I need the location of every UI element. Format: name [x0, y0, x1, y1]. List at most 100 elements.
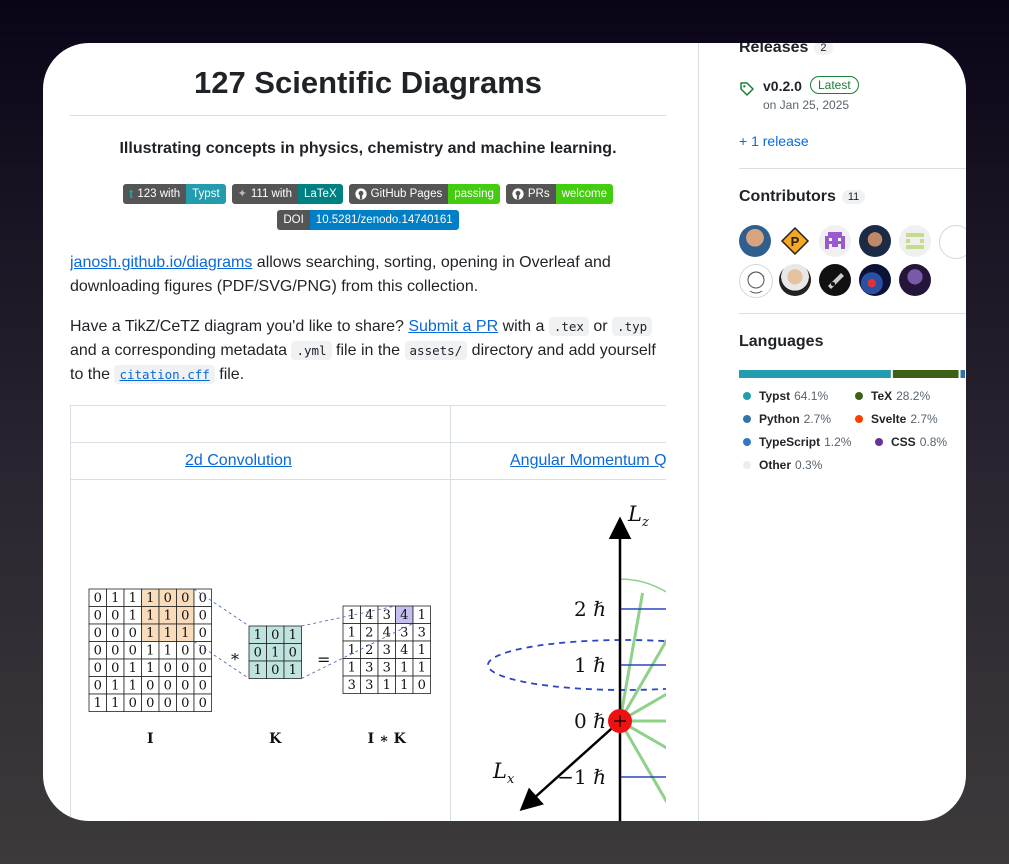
github-icon — [512, 188, 524, 200]
input-value: 0 — [111, 626, 119, 641]
input-value: 1 — [181, 626, 189, 641]
input-value: 1 — [129, 679, 137, 694]
text: Have a TikZ/CeTZ diagram you'd like to s… — [70, 318, 409, 335]
badge-value: welcome — [555, 184, 613, 204]
input-value: 1 — [94, 696, 102, 711]
input-value: 1 — [146, 609, 154, 624]
prs-welcome-badge[interactable]: PRs welcome — [505, 184, 613, 204]
contributor-avatar[interactable] — [819, 264, 851, 296]
input-value: 0 — [181, 679, 189, 694]
kernel-value: 0 — [271, 663, 279, 678]
language-svelte[interactable]: Svelte 2.7% — [855, 412, 938, 426]
badge-value: 10.5281/zenodo.14740161 — [309, 210, 459, 230]
releases-heading[interactable]: Releases 2 — [739, 43, 833, 57]
contributor-avatar[interactable] — [939, 225, 966, 259]
angular-momentum-diagram[interactable]: LzLx2 ℏ1 ℏ0 ℏ−1 ℏ−2 ℏ — [461, 496, 666, 821]
contributor-avatar[interactable] — [899, 264, 931, 296]
language-other[interactable]: Other 0.3% — [743, 458, 822, 472]
contributors-heading[interactable]: Contributors 11 — [739, 188, 866, 206]
language-python[interactable]: Python 2.7% — [743, 412, 831, 426]
output-value: 1 — [348, 626, 356, 641]
output-value: 1 — [400, 678, 408, 693]
output-value: 1 — [348, 661, 356, 676]
language-tex[interactable]: TeX 28.2% — [855, 389, 930, 403]
input-value: 0 — [199, 696, 207, 711]
lx-label: Lx — [492, 759, 515, 787]
svg-text:P: P — [791, 234, 800, 249]
contributor-avatar[interactable] — [779, 264, 811, 296]
language-percent: 0.3% — [795, 458, 823, 472]
release-tag-link[interactable]: v0.2.0 — [763, 78, 802, 94]
language-bar[interactable] — [739, 370, 966, 378]
input-value: 0 — [181, 661, 189, 676]
typst-count-badge[interactable]: t 123 with Typst — [122, 184, 226, 204]
level-label: 2 ℏ — [574, 597, 606, 621]
contributor-avatar[interactable] — [859, 225, 891, 257]
input-value: 0 — [199, 661, 207, 676]
code-citation: citation.cff — [114, 365, 215, 384]
language-name: CSS — [891, 435, 916, 449]
kernel-value: 1 — [289, 628, 297, 643]
latex-count-badge[interactable]: ✦ 111 with LaTeX — [231, 184, 343, 204]
output-value: 0 — [418, 678, 426, 693]
sidebar-divider — [698, 43, 699, 821]
input-value: 0 — [199, 679, 207, 694]
language-css[interactable]: CSS 0.8% — [875, 435, 947, 449]
language-typescript[interactable]: TypeScript 1.2% — [743, 435, 851, 449]
output-label: I ∗ K — [368, 731, 407, 747]
page-card: 127 Scientific Diagrams Illustrating con… — [43, 43, 966, 821]
github-pages-badge[interactable]: GitHub Pages passing — [348, 184, 500, 204]
contributor-avatar[interactable] — [739, 264, 773, 298]
contributor-avatar[interactable] — [819, 225, 851, 257]
badge-value: LaTeX — [298, 184, 343, 204]
contributor-avatar[interactable] — [899, 225, 931, 257]
language-typst[interactable]: Typst 64.1% — [743, 389, 828, 403]
contributor-avatar[interactable] — [859, 264, 891, 296]
output-value: 3 — [365, 678, 373, 693]
badge-label: DOI — [277, 210, 310, 230]
input-value: 1 — [129, 609, 137, 624]
kernel-value: 1 — [254, 628, 262, 643]
text: file in the — [331, 342, 405, 359]
contributors-count-badge: 11 — [841, 189, 866, 204]
language-bar-segment — [960, 370, 965, 378]
input-value: 0 — [129, 626, 137, 641]
text: file. — [214, 366, 245, 383]
latex-logo-icon: ✦ — [237, 188, 247, 200]
table-col-divider — [450, 406, 451, 821]
table-row-divider — [71, 479, 666, 480]
language-percent: 28.2% — [896, 389, 931, 403]
language-percent: 64.1% — [794, 389, 829, 403]
input-value: 0 — [94, 661, 102, 676]
convolution-diagram[interactable]: 0 1 1 1 0 0 00 0 1 1 1 0 00 0 0 1 1 1 00 0 0 1 1 0 00 0 1 1 0 0 00 1 1 0 0… — [81, 581, 441, 756]
text: and a corresponding metadata — [70, 342, 292, 359]
language-name: Python — [759, 412, 800, 426]
kernel-value: 0 — [254, 646, 262, 661]
contribute-paragraph: Have a TikZ/CeTZ diagram you'd like to s… — [70, 315, 666, 387]
input-value: 1 — [111, 696, 119, 711]
contributor-avatar[interactable] — [739, 225, 771, 257]
convolution-link[interactable]: 2d Convolution — [185, 452, 292, 470]
input-value: 1 — [164, 609, 172, 624]
gallery-link[interactable]: janosh.github.io/diagrams — [70, 254, 252, 271]
angular-momentum-link[interactable]: Angular Momentum Q — [510, 452, 666, 470]
doi-badge[interactable]: DOI 10.5281/zenodo.14740161 — [277, 210, 459, 230]
input-value: 0 — [94, 644, 102, 659]
contributor-avatar[interactable]: P — [779, 225, 811, 257]
kernel-value: 0 — [271, 628, 279, 643]
output-value: 1 — [348, 643, 356, 658]
output-value: 3 — [365, 661, 373, 676]
github-icon — [355, 188, 367, 200]
level-label: −1 ℏ — [557, 765, 606, 789]
section-divider — [739, 168, 966, 169]
input-value: 0 — [164, 679, 172, 694]
citation-cff-link[interactable]: citation.cff — [114, 365, 215, 384]
input-value: 0 — [111, 644, 119, 659]
more-releases-link[interactable]: + 1 release — [739, 133, 809, 149]
submit-pr-link[interactable]: Submit a PR — [408, 318, 498, 335]
text: with a — [498, 318, 549, 335]
diagram-table: 2d Convolution Angular Momentum Q 011100… — [70, 405, 666, 821]
releases-count-badge: 2 — [814, 43, 833, 55]
kernel-label: K — [269, 731, 282, 747]
readme-subtitle: Illustrating concepts in physics, chemis… — [119, 140, 617, 157]
